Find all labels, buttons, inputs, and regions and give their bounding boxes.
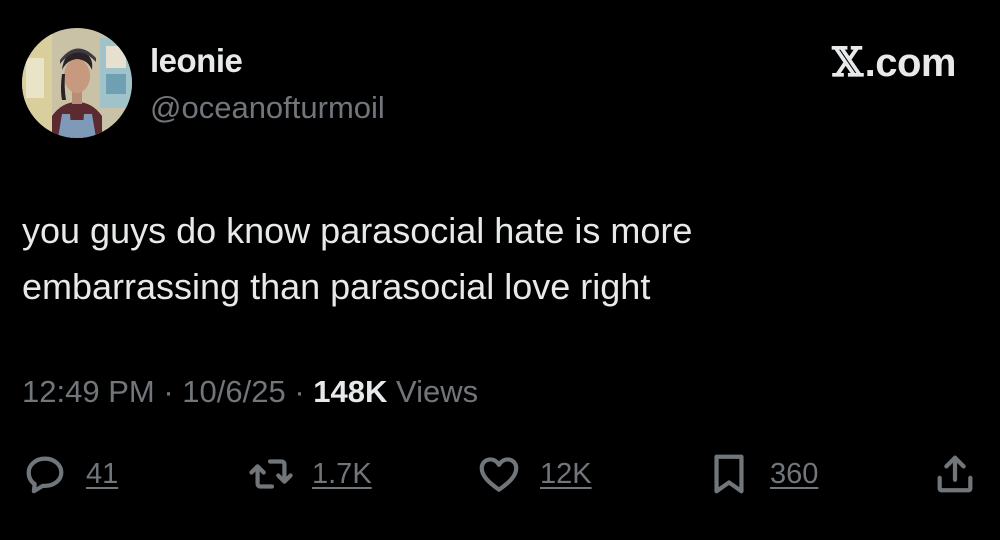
bookmark-icon (714, 454, 744, 494)
tweet-time[interactable]: 12:49 PM (22, 374, 155, 409)
views-label: Views (396, 374, 479, 409)
retweet-icon (249, 459, 293, 489)
action-bar: 41 1.7K 12K 360 (22, 446, 982, 506)
like-button[interactable]: 12K (476, 446, 592, 502)
heart-icon (479, 457, 519, 492)
share-button[interactable] (932, 446, 978, 502)
display-name[interactable]: leonie (150, 40, 243, 82)
brand-watermark: 𝕏 .com (832, 38, 956, 88)
x-logo-icon: 𝕏 (832, 39, 863, 86)
reply-button[interactable]: 41 (22, 446, 118, 502)
tweet-text: you guys do know parasocial hate is more… (22, 210, 693, 307)
tweet-meta: 12:49 PM · 10/6/25 · 148K Views (22, 370, 478, 414)
user-handle[interactable]: @oceanofturmoil (150, 88, 385, 128)
avatar[interactable] (22, 28, 132, 138)
retweet-button[interactable]: 1.7K (248, 446, 372, 502)
meta-separator: · (163, 374, 174, 409)
tweet-date[interactable]: 10/6/25 (182, 374, 285, 409)
brand-domain: .com (864, 41, 957, 85)
like-count[interactable]: 12K (540, 458, 592, 491)
bookmark-button[interactable]: 360 (706, 446, 818, 502)
avatar-image (22, 28, 132, 138)
meta-separator: · (294, 374, 305, 409)
reply-icon (26, 456, 64, 494)
views-count: 148K (313, 374, 388, 409)
reply-count[interactable]: 41 (86, 458, 118, 491)
share-icon (937, 455, 973, 493)
retweet-count[interactable]: 1.7K (312, 458, 372, 491)
bookmark-count[interactable]: 360 (770, 458, 818, 491)
